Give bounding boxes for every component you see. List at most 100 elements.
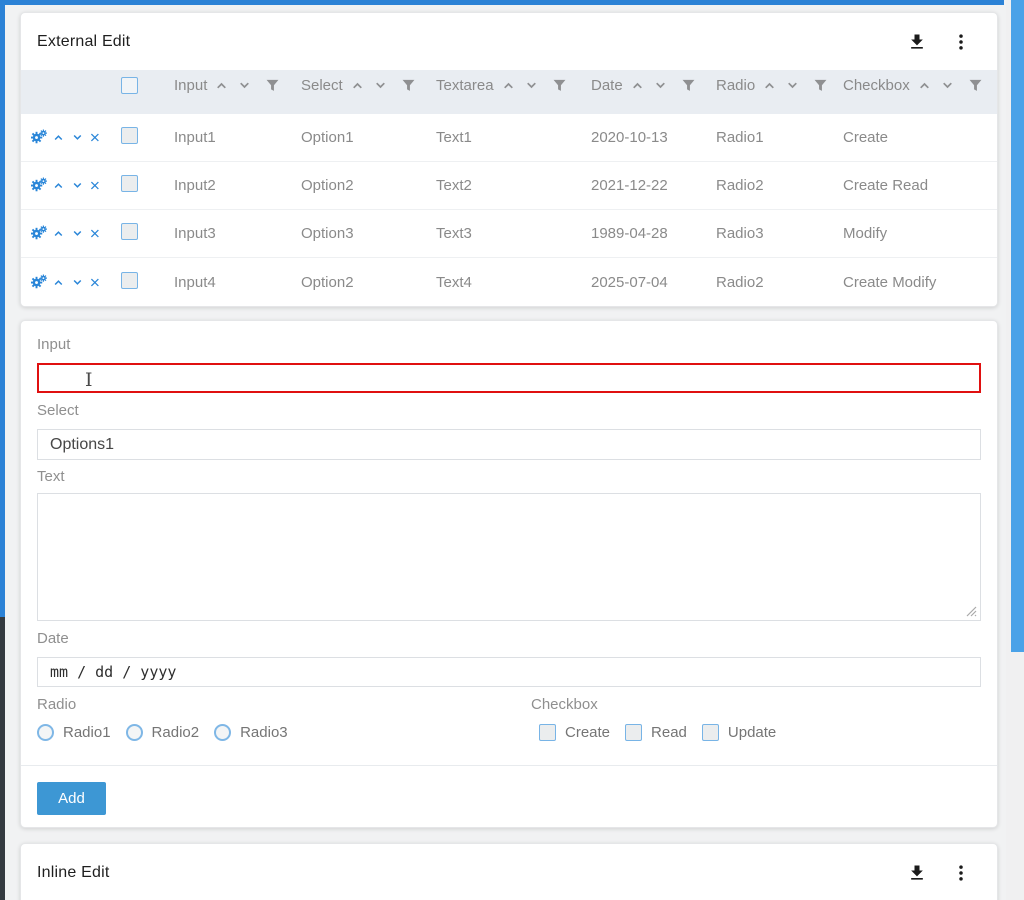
column-header-checkbox: Checkbox — [843, 77, 997, 94]
cell-textarea: Text4 — [436, 274, 591, 291]
filter-icon[interactable] — [813, 78, 828, 93]
checkbox-option[interactable]: Read — [625, 724, 687, 741]
radio-option-label: Radio2 — [152, 724, 200, 741]
input-field[interactable]: I — [37, 363, 981, 393]
radio-option[interactable]: Radio3 — [214, 724, 288, 741]
vertical-scrollbar-track[interactable] — [1006, 0, 1024, 900]
checkbox-group: Create Read Update — [539, 724, 791, 741]
cell-radio: Radio3 — [716, 225, 843, 242]
move-down-icon[interactable] — [70, 273, 85, 292]
footer-divider — [21, 765, 997, 766]
sort-desc-icon[interactable] — [523, 77, 540, 94]
cell-radio: Radio2 — [716, 274, 843, 291]
card-title: External Edit — [37, 33, 130, 51]
radio-option[interactable]: Radio1 — [37, 724, 111, 741]
settings-cogs-icon[interactable] — [31, 272, 47, 293]
table-header-row: Input Select Textarea Date Radio — [21, 70, 997, 114]
download-icon[interactable] — [907, 32, 927, 52]
add-button[interactable]: Add — [37, 782, 106, 815]
filter-icon[interactable] — [681, 78, 696, 93]
filter-icon[interactable] — [552, 78, 567, 93]
delete-x-icon[interactable] — [89, 226, 101, 241]
delete-x-icon[interactable] — [89, 178, 101, 193]
external-edit-header: External Edit — [21, 13, 997, 70]
inline-edit-header: Inline Edit — [21, 844, 997, 900]
text-cursor-pointer: I — [85, 369, 93, 391]
cell-checkbox: Create Read — [843, 177, 997, 194]
checkbox-option[interactable]: Create — [539, 724, 610, 741]
checkbox-option-label: Update — [728, 724, 776, 741]
checkbox[interactable] — [625, 724, 642, 741]
table-row: Input3 Option3 Text3 1989-04-28 Radio3 M… — [21, 210, 997, 258]
select-field[interactable]: Options1 — [37, 429, 981, 460]
checkbox-option-label: Read — [651, 724, 687, 741]
radio-option[interactable]: Radio2 — [126, 724, 200, 741]
filter-icon[interactable] — [968, 78, 983, 93]
text-label: Text — [37, 468, 65, 485]
sort-asc-icon[interactable] — [500, 77, 517, 94]
move-up-icon[interactable] — [51, 273, 66, 292]
sort-desc-icon[interactable] — [372, 77, 389, 94]
external-edit-card: External Edit Input Select Tex — [20, 12, 998, 307]
sort-asc-icon[interactable] — [213, 77, 230, 94]
sort-desc-icon[interactable] — [652, 77, 669, 94]
resize-handle-icon[interactable] — [965, 605, 977, 617]
select-all-checkbox[interactable] — [121, 77, 138, 94]
sort-asc-icon[interactable] — [916, 77, 933, 94]
column-label: Date — [591, 77, 623, 94]
sort-desc-icon[interactable] — [236, 77, 253, 94]
inline-edit-card: Inline Edit — [20, 843, 998, 900]
move-down-icon[interactable] — [70, 224, 85, 243]
sort-asc-icon[interactable] — [349, 77, 366, 94]
checkbox[interactable] — [702, 724, 719, 741]
row-checkbox[interactable] — [121, 127, 138, 144]
row-checkbox[interactable] — [121, 223, 138, 240]
sort-asc-icon[interactable] — [629, 77, 646, 94]
move-up-icon[interactable] — [51, 176, 66, 195]
download-icon[interactable] — [907, 863, 927, 883]
move-up-icon[interactable] — [51, 128, 66, 147]
text-textarea[interactable] — [37, 493, 981, 621]
settings-cogs-icon[interactable] — [31, 175, 47, 196]
kebab-menu-icon[interactable] — [951, 32, 971, 52]
cell-input: Input2 — [174, 177, 301, 194]
move-down-icon[interactable] — [70, 128, 85, 147]
column-label: Input — [174, 77, 207, 94]
window-left-dark-bar — [0, 617, 5, 900]
radio-option-label: Radio3 — [240, 724, 288, 741]
sort-desc-icon[interactable] — [784, 77, 801, 94]
cell-select: Option1 — [301, 129, 436, 146]
kebab-menu-icon[interactable] — [951, 863, 971, 883]
delete-x-icon[interactable] — [89, 130, 101, 145]
row-checkbox[interactable] — [121, 272, 138, 289]
column-label: Select — [301, 77, 343, 94]
cell-radio: Radio2 — [716, 177, 843, 194]
checkbox-group-label: Checkbox — [531, 696, 598, 713]
table-row: Input1 Option1 Text1 2020-10-13 Radio1 C… — [21, 114, 997, 162]
delete-x-icon[interactable] — [89, 275, 101, 290]
checkbox-option[interactable]: Update — [702, 724, 776, 741]
radio-button[interactable] — [214, 724, 231, 741]
checkbox[interactable] — [539, 724, 556, 741]
radio-button[interactable] — [37, 724, 54, 741]
vertical-scrollbar-thumb[interactable] — [1011, 0, 1024, 652]
sort-asc-icon[interactable] — [761, 77, 778, 94]
cell-textarea: Text3 — [436, 225, 591, 242]
cell-select: Option2 — [301, 274, 436, 291]
filter-icon[interactable] — [265, 78, 280, 93]
move-up-icon[interactable] — [51, 224, 66, 243]
column-header-radio: Radio — [716, 77, 843, 94]
move-down-icon[interactable] — [70, 176, 85, 195]
sort-desc-icon[interactable] — [939, 77, 956, 94]
column-header-date: Date — [591, 77, 716, 94]
filter-icon[interactable] — [401, 78, 416, 93]
input-label: Input — [37, 336, 70, 353]
settings-cogs-icon[interactable] — [31, 127, 47, 148]
row-checkbox[interactable] — [121, 175, 138, 192]
cell-textarea: Text2 — [436, 177, 591, 194]
radio-button[interactable] — [126, 724, 143, 741]
column-label: Radio — [716, 77, 755, 94]
date-label: Date — [37, 630, 69, 647]
settings-cogs-icon[interactable] — [31, 223, 47, 244]
date-field[interactable]: mm / dd / yyyy — [37, 657, 981, 687]
